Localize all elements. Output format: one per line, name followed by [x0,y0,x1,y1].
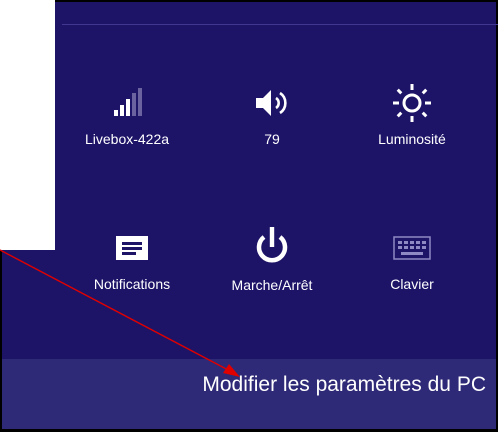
annotation-arrow [0,249,240,377]
